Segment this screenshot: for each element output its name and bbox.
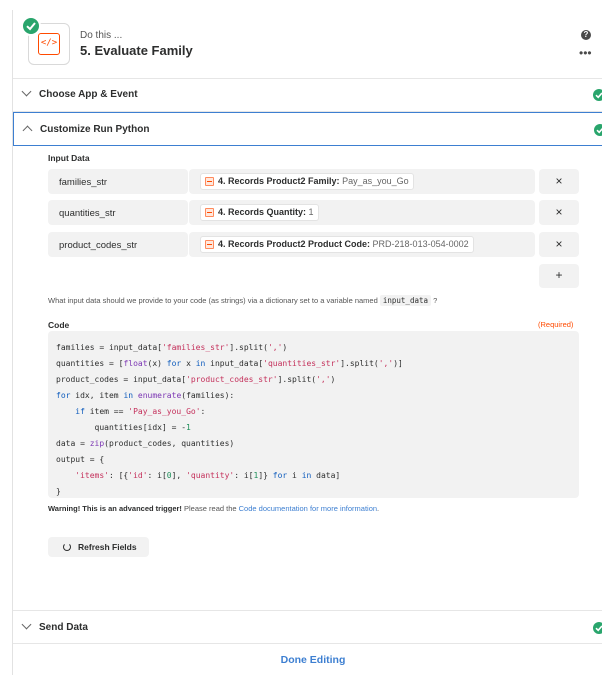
code-line: if item == 'Pay_as_you_Go': [75,407,206,416]
records-app-icon [205,240,214,249]
chevron-down-icon [21,86,32,97]
input-key-text: product_codes_str [59,240,138,251]
section-complete-check-icon [593,89,602,101]
help-icon[interactable]: ? [581,30,591,40]
code-label: Code [48,320,70,330]
code-line: families = input_data['families_str'].sp… [56,343,288,352]
code-line: product_codes = input_data['product_code… [56,375,336,384]
section-send-data[interactable]: Send Data [13,610,602,644]
step-complete-check-icon [21,16,41,36]
section-label: Customize Run Python [40,124,150,135]
done-editing-button[interactable]: Done Editing [13,654,602,666]
pill-step-label: 4. Records Product2 Family: [218,176,340,186]
remove-row-button[interactable]: × [539,232,579,257]
input-value-field[interactable]: 4. Records Product2 Family: Pay_as_you_G… [189,169,535,194]
input-data-help-text: What input data should we provide to you… [48,295,438,306]
input-value-field[interactable]: 4. Records Product2 Product Code: PRD-21… [189,232,535,257]
chevron-down-icon [21,619,32,630]
code-icon: </> [38,33,60,55]
section-complete-check-icon [593,622,602,634]
step-eyebrow: Do this ... [80,30,123,41]
records-app-icon [205,177,214,186]
code-line: data = zip(product_codes, quantities) [56,439,235,448]
step-header: </> Do this ... 5. Evaluate Family ? ••• [13,10,602,79]
pill-step-label: 4. Records Quantity: [218,207,307,217]
section-label: Send Data [39,622,88,633]
code-line: for idx, item in enumerate(families): [56,391,235,400]
field-mapping-pill[interactable]: 4. Records Product2 Family: Pay_as_you_G… [200,173,414,190]
code-line: quantities = [float(x) for x in input_da… [56,359,403,368]
required-indicator: (Required) [538,320,574,329]
remove-row-button[interactable]: × [539,169,579,194]
code-line: quantities[idx] = -1 [56,423,191,432]
section-complete-check-icon [594,124,602,136]
input-data-title: Input Data [48,153,90,163]
field-mapping-pill[interactable]: 4. Records Product2 Product Code: PRD-21… [200,236,474,253]
input-key-field[interactable]: families_str [48,169,188,194]
input-data-variable: input_data [379,295,432,306]
input-key-field[interactable]: quantities_str [48,200,188,225]
pill-sample-value: Pay_as_you_Go [342,176,409,186]
editor-panel: </> Do this ... 5. Evaluate Family ? •••… [12,10,602,675]
code-line: 'items': [{'id': i[0], 'quantity': i[1]}… [75,471,341,480]
code-line: } [56,487,61,496]
section-label: Choose App & Event [39,89,138,100]
input-key-text: quantities_str [59,208,116,219]
step-title[interactable]: 5. Evaluate Family [80,43,193,58]
refresh-fields-label: Refresh Fields [78,542,137,552]
input-key-field[interactable]: product_codes_str [48,232,188,257]
section-choose-app-event[interactable]: Choose App & Event [13,78,602,112]
pill-sample-value: PRD-218-013-054-0002 [372,239,469,249]
input-value-field[interactable]: 4. Records Quantity: 1 [189,200,535,225]
records-app-icon [205,208,214,217]
code-line: output = { [56,455,105,464]
code-documentation-link[interactable]: Code documentation for more information [239,504,377,513]
more-options-icon[interactable]: ••• [579,46,592,60]
pill-step-label: 4. Records Product2 Product Code: [218,239,371,249]
remove-row-button[interactable]: × [539,200,579,225]
refresh-fields-button[interactable]: Refresh Fields [48,537,149,557]
pill-sample-value: 1 [308,207,314,217]
refresh-icon [63,543,71,551]
field-mapping-pill[interactable]: 4. Records Quantity: 1 [200,204,319,221]
input-key-text: families_str [59,177,108,188]
section-customize-run-python[interactable]: Customize Run Python [13,112,602,146]
add-input-row-button[interactable]: + [539,264,579,288]
chevron-up-icon [22,125,33,136]
advanced-trigger-warning: Warning! This is an advanced trigger! Pl… [48,504,380,513]
code-editor[interactable]: families = input_data['families_str'].sp… [48,331,579,498]
